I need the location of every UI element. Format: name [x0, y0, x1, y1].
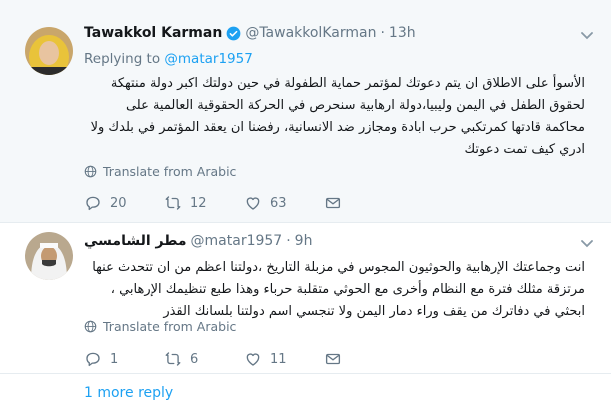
retweet-count: 12 [190, 195, 207, 211]
verified-badge-icon [226, 26, 241, 40]
reply-button[interactable]: 1 [84, 350, 118, 368]
avatar-tawakkol[interactable] [25, 27, 73, 75]
retweet-count: 6 [190, 351, 199, 367]
separator: · [380, 25, 385, 41]
like-count: 63 [270, 195, 287, 211]
display-name[interactable]: مطر الشامسي [84, 233, 187, 249]
tweet-actions-1: 20 12 63 [84, 193, 344, 213]
like-icon [246, 353, 260, 366]
more-replies-link[interactable]: 1 more reply [84, 385, 173, 401]
separator: · [286, 233, 291, 249]
retweet-icon [165, 196, 181, 210]
globe-icon [84, 320, 97, 333]
tweet-text: انت وجماعتك الإرهابية والحوثيون المجوس ف… [92, 260, 585, 319]
tweet-header-1: Tawakkol Karman @TawakkolKarman · 13h [84, 25, 416, 41]
like-button[interactable]: 11 [244, 350, 287, 368]
username[interactable]: @matar1957 [191, 233, 283, 249]
replying-to-link[interactable]: @matar1957 [164, 51, 252, 67]
avatar-matar[interactable] [25, 232, 73, 280]
translate-link[interactable]: Translate from Arabic [84, 164, 236, 179]
reply-count: 20 [110, 195, 127, 211]
retweet-button[interactable]: 6 [164, 350, 198, 368]
like-button[interactable]: 63 [244, 194, 287, 212]
dm-button[interactable] [324, 194, 350, 212]
replying-prefix: Replying to [84, 51, 161, 67]
reply-icon [86, 196, 100, 211]
timestamp[interactable]: 13h [389, 25, 416, 41]
chevron-down-icon[interactable] [581, 240, 593, 248]
username[interactable]: @TawakkolKarman [245, 25, 376, 41]
retweet-button[interactable]: 12 [164, 194, 207, 212]
dm-button[interactable] [324, 350, 350, 368]
display-name[interactable]: Tawakkol Karman [84, 25, 222, 41]
replying-to: Replying to @matar1957 [84, 51, 253, 67]
tweet-text: الأسوأ على الاطلاق ان يتم دعوتك لمؤتمر ح… [90, 76, 585, 157]
timestamp[interactable]: 9h [295, 233, 313, 249]
translate-label[interactable]: Translate from Arabic [103, 319, 236, 334]
reply-button[interactable]: 20 [84, 194, 127, 212]
dm-envelope-icon [325, 353, 341, 365]
tweet-actions-2: 1 6 11 [84, 349, 344, 369]
tweet-header-2: مطر الشامسي @matar1957 · 9h [84, 233, 312, 249]
reply-count: 1 [110, 351, 119, 367]
translate-link[interactable]: Translate from Arabic [84, 319, 236, 334]
chevron-down-icon[interactable] [581, 32, 593, 40]
dm-envelope-icon [325, 197, 341, 209]
translate-label[interactable]: Translate from Arabic [103, 164, 236, 179]
reply-icon [86, 352, 100, 367]
globe-icon [84, 165, 97, 178]
retweet-icon [165, 352, 181, 366]
like-count: 11 [270, 351, 287, 367]
like-icon [246, 197, 260, 210]
